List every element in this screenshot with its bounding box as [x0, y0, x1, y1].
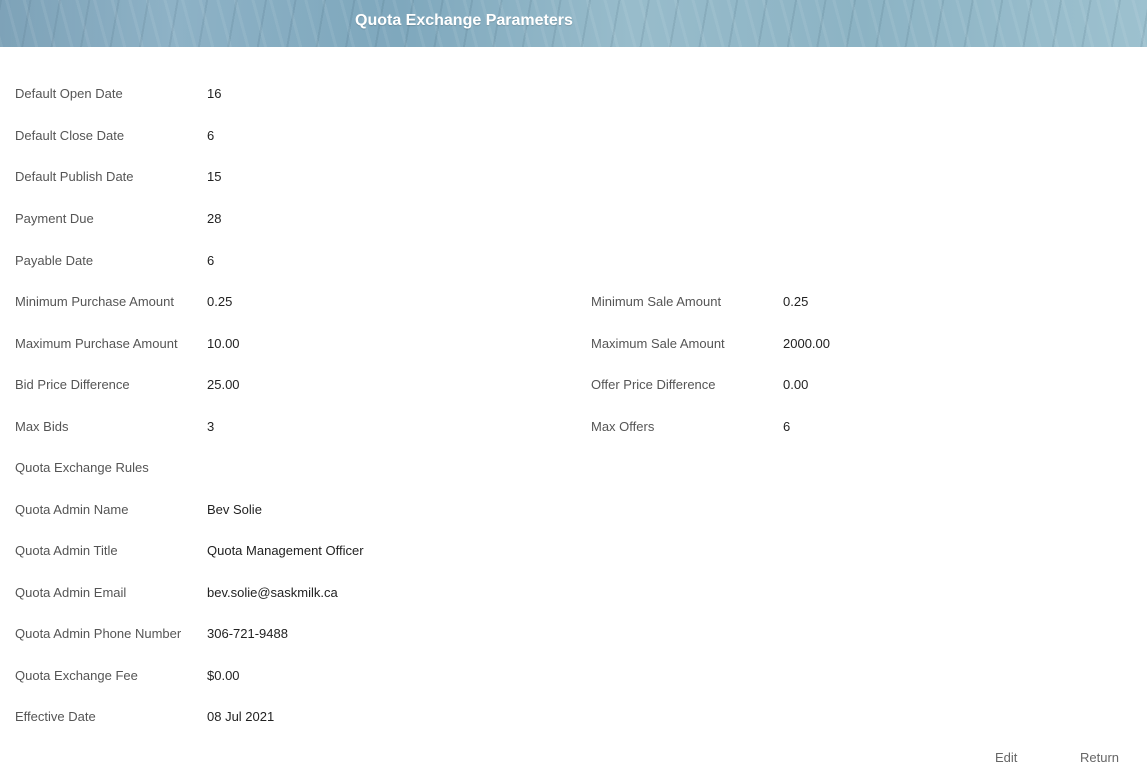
maximum-sale-amount-value: 2000.00	[783, 336, 830, 351]
quota-admin-email-label: Quota Admin Email	[15, 585, 127, 600]
bid-price-difference-label: Bid Price Difference	[15, 377, 130, 392]
default-publish-date-label: Default Publish Date	[15, 169, 134, 184]
offer-price-difference-value: 0.00	[783, 377, 809, 392]
default-publish-date-value: 15	[207, 169, 222, 184]
quota-admin-phone-value: 306-721-9488	[207, 626, 288, 641]
payable-date-value: 6	[207, 253, 215, 268]
quota-admin-name-label: Quota Admin Name	[15, 502, 129, 517]
quota-admin-email-value: bev.solie@saskmilk.ca	[207, 585, 338, 600]
effective-date-label: Effective Date	[15, 709, 96, 724]
default-close-date-value: 6	[207, 128, 215, 143]
max-bids-value: 3	[207, 419, 215, 434]
quota-exchange-fee-value: $0.00	[207, 668, 240, 683]
offer-price-difference-label: Offer Price Difference	[591, 377, 716, 392]
default-open-date-label: Default Open Date	[15, 86, 123, 101]
effective-date-value: 08 Jul 2021	[207, 709, 275, 724]
minimum-sale-amount-label: Minimum Sale Amount	[591, 294, 722, 309]
minimum-purchase-amount-label: Minimum Purchase Amount	[15, 294, 174, 309]
maximum-sale-amount-label: Maximum Sale Amount	[591, 336, 725, 351]
quota-exchange-rules-label: Quota Exchange Rules	[15, 460, 149, 475]
maximum-purchase-amount-value: 10.00	[207, 336, 240, 351]
page-header: Quota Exchange Parameters	[0, 0, 1147, 47]
max-bids-label: Max Bids	[15, 419, 69, 434]
bid-price-difference-value: 25.00	[207, 377, 240, 392]
quota-exchange-fee-label: Quota Exchange Fee	[15, 668, 138, 683]
payable-date-label: Payable Date	[15, 253, 94, 268]
quota-admin-title-value: Quota Management Officer	[207, 543, 364, 558]
payment-due-value: 28	[207, 211, 222, 226]
minimum-purchase-amount-value: 0.25	[207, 294, 233, 309]
quota-admin-name-value: Bev Solie	[207, 502, 262, 517]
maximum-purchase-amount-label: Maximum Purchase Amount	[15, 336, 178, 351]
payment-due-label: Payment Due	[15, 211, 94, 226]
default-close-date-label: Default Close Date	[15, 128, 125, 143]
max-offers-value: 6	[783, 419, 791, 434]
max-offers-label: Max Offers	[591, 419, 655, 434]
edit-button[interactable]: Edit	[995, 750, 1017, 765]
quota-admin-phone-label: Quota Admin Phone Number	[15, 626, 182, 641]
quota-admin-title-label: Quota Admin Title	[15, 543, 118, 558]
minimum-sale-amount-value: 0.25	[783, 294, 809, 309]
page-title: Quota Exchange Parameters	[355, 12, 573, 29]
default-open-date-value: 16	[207, 86, 222, 101]
return-button[interactable]: Return	[1080, 750, 1119, 765]
